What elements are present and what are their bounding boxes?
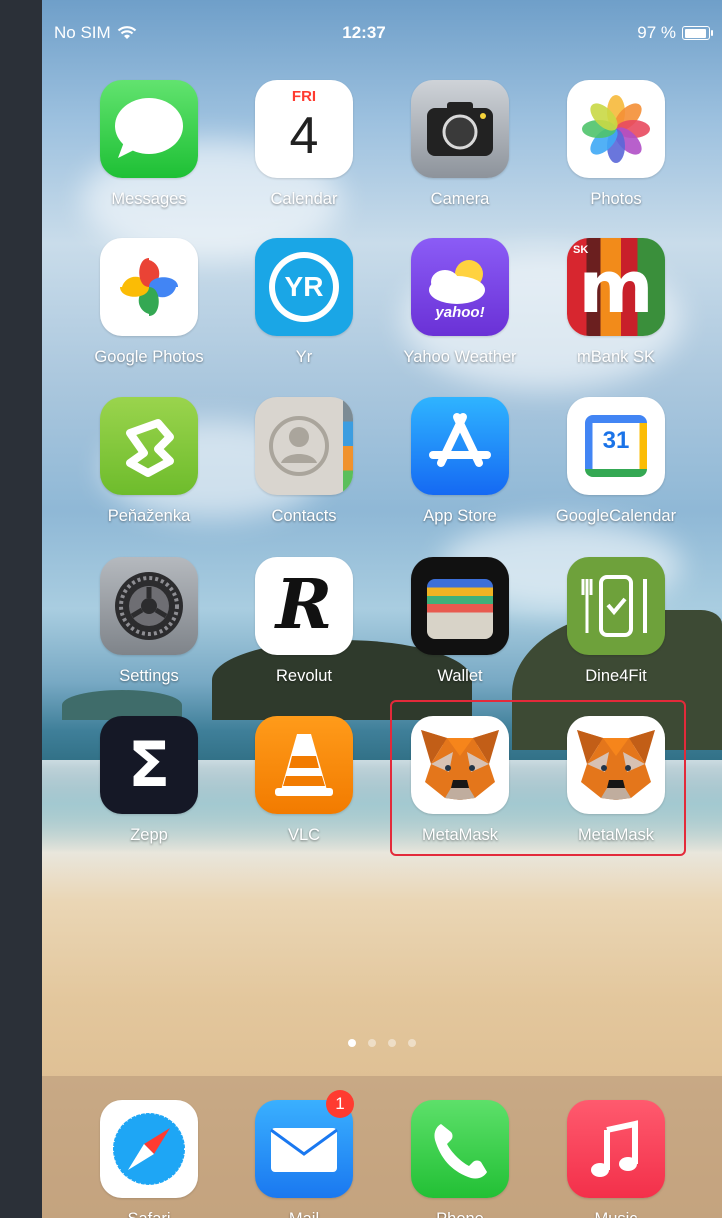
app-yahoo-weather[interactable]: yahoo! Yahoo Weather xyxy=(390,238,530,388)
google-calendar-day: 31 xyxy=(602,427,630,454)
app-label: Music xyxy=(540,1210,692,1218)
mbank-icon-letter: m xyxy=(578,245,654,329)
app-label: Contacts xyxy=(271,507,337,525)
app-app-store[interactable]: App Store xyxy=(390,397,530,547)
app-label: Calendar xyxy=(270,190,338,208)
app-penazenka[interactable]: Peňaženka xyxy=(79,397,219,547)
yr-icon: YR xyxy=(255,238,353,336)
page-dot[interactable] xyxy=(348,1039,356,1047)
app-label: Google Photos xyxy=(94,348,204,366)
app-dine4fit[interactable]: Dine4Fit xyxy=(546,557,686,707)
app-label: App Store xyxy=(423,507,497,525)
revolut-icon: R xyxy=(255,557,353,655)
home-screen: No SIM 12:37 97 % Messages FRI 4 Calenda… xyxy=(42,0,722,1218)
page-dot[interactable] xyxy=(408,1039,416,1047)
zepp-icon-letter: Σ xyxy=(127,728,171,801)
app-label: Yahoo Weather xyxy=(403,348,517,366)
app-photos[interactable]: Photos xyxy=(546,80,686,230)
app-label: Photos xyxy=(590,190,642,208)
app-label: Mail xyxy=(228,1210,380,1218)
battery-icon xyxy=(682,26,713,40)
phone-handset-icon xyxy=(411,1100,509,1198)
app-zepp[interactable]: Σ Zepp xyxy=(79,716,219,866)
zepp-icon: Σ xyxy=(100,716,198,814)
page-indicator[interactable] xyxy=(42,1034,722,1052)
page-dot[interactable] xyxy=(368,1039,376,1047)
calendar-weekday: FRI xyxy=(291,88,317,105)
app-label: Wallet xyxy=(437,667,483,685)
app-label: Yr xyxy=(295,348,313,366)
app-label: Revolut xyxy=(276,667,332,685)
app-yr[interactable]: YR Yr xyxy=(234,238,374,388)
vlc-icon xyxy=(255,716,353,814)
mail-badge: 1 xyxy=(326,1090,354,1118)
app-label: mBank SK xyxy=(577,348,655,366)
app-camera[interactable]: Camera xyxy=(390,80,530,230)
dine4fit-icon xyxy=(567,557,665,655)
app-label: Zepp xyxy=(130,826,168,844)
status-bar: No SIM 12:37 97 % xyxy=(42,0,722,66)
app-wallet[interactable]: Wallet xyxy=(390,557,530,707)
page-dot[interactable] xyxy=(388,1039,396,1047)
app-label: Settings xyxy=(119,667,179,685)
wallet-icon xyxy=(411,557,509,655)
app-label: Camera xyxy=(430,190,490,208)
calendar-day: 4 xyxy=(289,107,319,165)
status-right: 97 % xyxy=(637,23,713,43)
photos-icon xyxy=(567,80,665,178)
dock-app-phone[interactable]: Phone xyxy=(390,1100,530,1218)
app-label: Phone xyxy=(384,1210,536,1218)
settings-icon xyxy=(100,557,198,655)
app-label: Safari xyxy=(73,1210,225,1218)
penazenka-icon xyxy=(100,397,198,495)
clock: 12:37 xyxy=(342,23,386,42)
dock-app-music[interactable]: Music xyxy=(546,1100,686,1218)
app-vlc[interactable]: VLC xyxy=(234,716,374,866)
dock-app-mail[interactable]: 1 Mail xyxy=(234,1090,374,1218)
mbank-icon: SK m xyxy=(567,238,665,336)
app-calendar[interactable]: FRI 4 Calendar xyxy=(234,80,374,230)
app-google-calendar[interactable]: 31 GoogleCalendar xyxy=(546,397,686,547)
revolut-icon-letter: R xyxy=(275,565,333,645)
battery-percent: 97 % xyxy=(637,23,676,42)
app-label: Peňaženka xyxy=(107,507,191,525)
camera-icon xyxy=(411,80,509,178)
app-revolut[interactable]: R Revolut xyxy=(234,557,374,707)
app-label: Dine4Fit xyxy=(585,667,647,685)
app-label: Messages xyxy=(111,190,187,208)
app-store-icon xyxy=(411,397,509,495)
app-contacts[interactable]: Contacts xyxy=(234,397,374,547)
app-label: GoogleCalendar xyxy=(555,507,677,525)
yahoo-wordmark: yahoo! xyxy=(435,304,485,321)
messages-icon xyxy=(100,80,198,178)
app-mbank[interactable]: SK m mBank SK xyxy=(546,238,686,388)
dock-app-safari[interactable]: Safari xyxy=(79,1100,219,1218)
highlight-box xyxy=(390,700,686,856)
yr-icon-text: YR xyxy=(275,258,333,316)
music-note-icon xyxy=(567,1100,665,1198)
app-google-photos[interactable]: Google Photos xyxy=(79,238,219,388)
safari-compass-icon xyxy=(100,1100,198,1198)
app-settings[interactable]: Settings xyxy=(79,557,219,707)
calendar-icon: FRI 4 xyxy=(255,80,353,178)
app-messages[interactable]: Messages xyxy=(79,80,219,230)
app-label: VLC xyxy=(287,826,321,844)
yahoo-weather-icon: yahoo! xyxy=(411,238,509,336)
google-calendar-icon: 31 xyxy=(567,397,665,495)
google-photos-icon xyxy=(100,238,198,336)
contacts-icon xyxy=(255,397,353,495)
